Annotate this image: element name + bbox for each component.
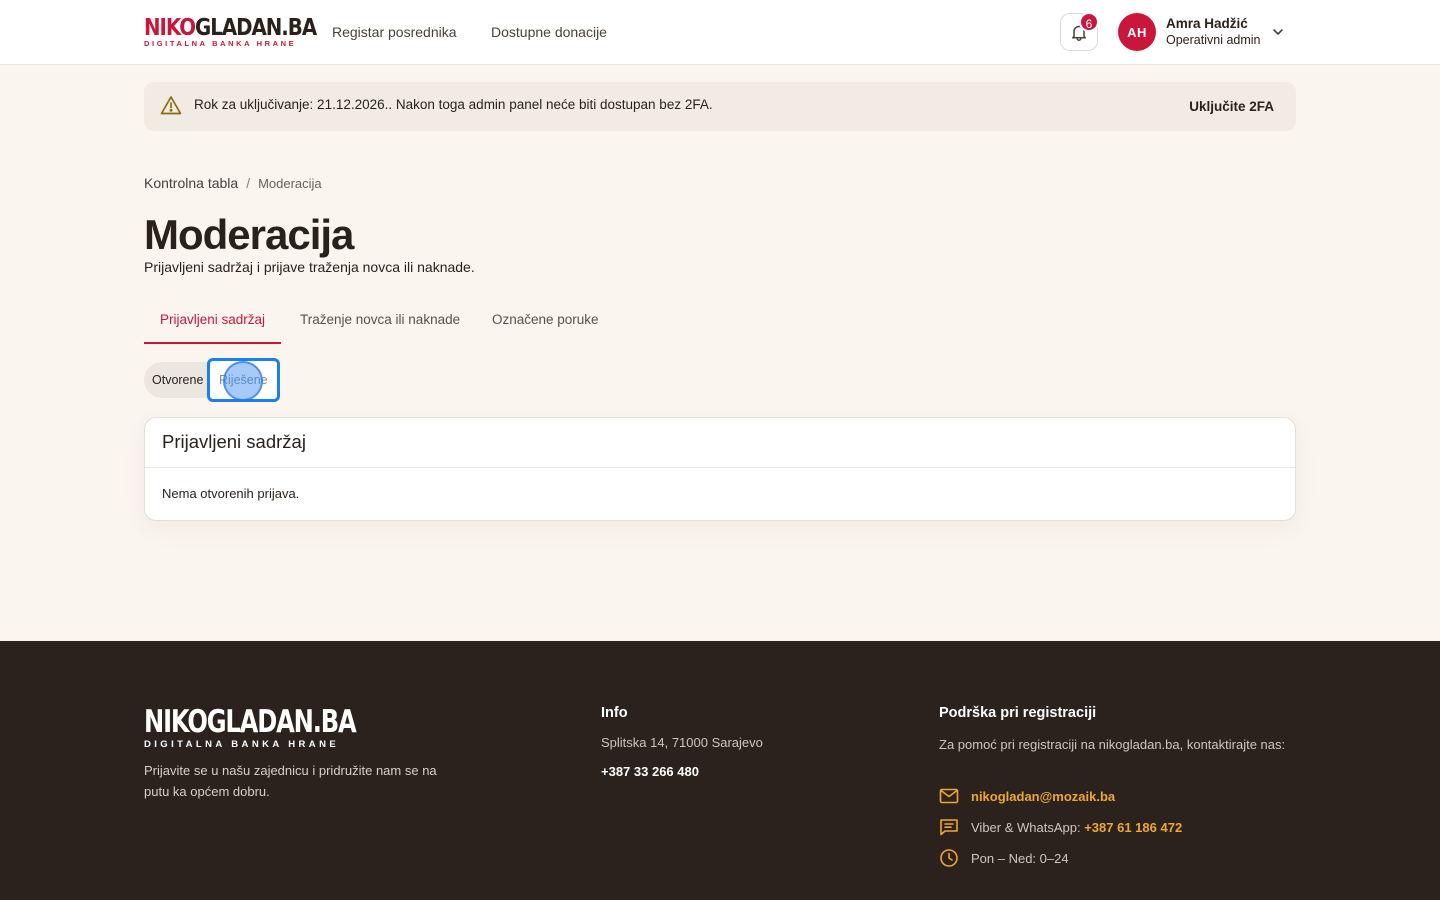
footer-support-heading: Podrška pri registraciji [939, 705, 1097, 721]
footer-email-link[interactable]: nikogladan@mozaik.ba [971, 789, 1115, 804]
twofa-warning-banner: Rok za uključivanje: 21.12.2026.. Nakon … [144, 82, 1296, 131]
breadcrumb-current: Moderacija [258, 176, 322, 191]
notification-count-badge: 6 [1079, 12, 1099, 32]
footer-logo[interactable]: NIKOGLADAN.BA DIGITALNA BANKA HRANE [144, 706, 415, 750]
footer: NIKOGLADAN.BA DIGITALNA BANKA HRANE Prij… [0, 641, 1440, 900]
footer-hours-row: Pon – Ned: 0–24 [939, 848, 1069, 868]
breadcrumb-separator: / [246, 175, 251, 191]
footer-phone[interactable]: +387 33 266 480 [601, 764, 699, 779]
chat-icon [940, 819, 958, 836]
tab-reported-content[interactable]: Prijavljeni sadržaj [144, 300, 282, 344]
click-indicator [223, 361, 263, 401]
tab-money-requests[interactable]: Traženje novca ili naknade [284, 300, 476, 344]
clock-icon [940, 849, 958, 867]
empty-state-message: Nema otvorenih prijava. [162, 486, 300, 501]
footer-logo-wordmark: NIKOGLADAN.BA [144, 704, 357, 740]
footer-support-description: Za pomoć pri registraciji na nikogladan.… [939, 737, 1286, 752]
logo[interactable]: NIKOGLADAN.BA DIGITALNA BANKA HRANE [144, 15, 317, 48]
footer-address: Splitska 14, 71000 Sarajevo [601, 735, 763, 750]
avatar[interactable]: AH [1118, 13, 1156, 51]
mail-icon [939, 788, 959, 804]
warning-icon [160, 96, 182, 115]
footer-viber-label: Viber & WhatsApp: [971, 819, 1081, 835]
footer-viber-link[interactable]: +387 61 186 472 [1084, 820, 1182, 835]
chevron-down-icon[interactable] [1271, 25, 1285, 39]
footer-description: Prijavite se u našu zajednicu i pridruži… [144, 763, 437, 799]
nav-link-available-donations[interactable]: Dostupne donacije [491, 23, 607, 41]
footer-logo-tagline: DIGITALNA BANKA HRANE [144, 739, 340, 750]
breadcrumb-dashboard-link[interactable]: Kontrolna tabla [144, 175, 238, 191]
tab-flagged-messages[interactable]: Označene poruke [476, 300, 615, 344]
footer-email-row: nikogladan@mozaik.ba [939, 786, 1115, 806]
filter-open-button[interactable]: Otvorene [152, 362, 203, 398]
nav-link-broker-registry[interactable]: Registar posrednika [332, 23, 457, 41]
card-title: Prijavljeni sadržaj [162, 431, 306, 452]
card-divider [145, 467, 1295, 468]
footer-hours: Pon – Ned: 0–24 [971, 850, 1069, 866]
reported-content-card: Prijavljeni sadržaj Nema otvorenih prija… [144, 417, 1296, 521]
breadcrumb: Kontrolna tabla / Moderacija [144, 174, 322, 193]
footer-viber-row: Viber & WhatsApp: +387 61 186 472 [939, 817, 1182, 837]
page-title: Moderacija [144, 211, 354, 258]
user-name: Amra Hadžić [1166, 16, 1248, 31]
page-subtitle: Prijavljeni sadržaj i prijave traženja n… [144, 259, 475, 275]
top-header: NIKOGLADAN.BA DIGITALNA BANKA HRANE Regi… [0, 0, 1440, 65]
user-role: Operativni admin [1166, 33, 1261, 47]
logo-tagline: DIGITALNA BANKA HRANE [144, 39, 297, 48]
logo-wordmark: NIKOGLADAN.BA [144, 15, 317, 41]
banner-message: Rok za uključivanje: 21.12.2026.. Nakon … [194, 97, 713, 112]
enable-2fa-button[interactable]: Uključite 2FA [1189, 99, 1274, 114]
footer-info-heading: Info [601, 705, 628, 721]
